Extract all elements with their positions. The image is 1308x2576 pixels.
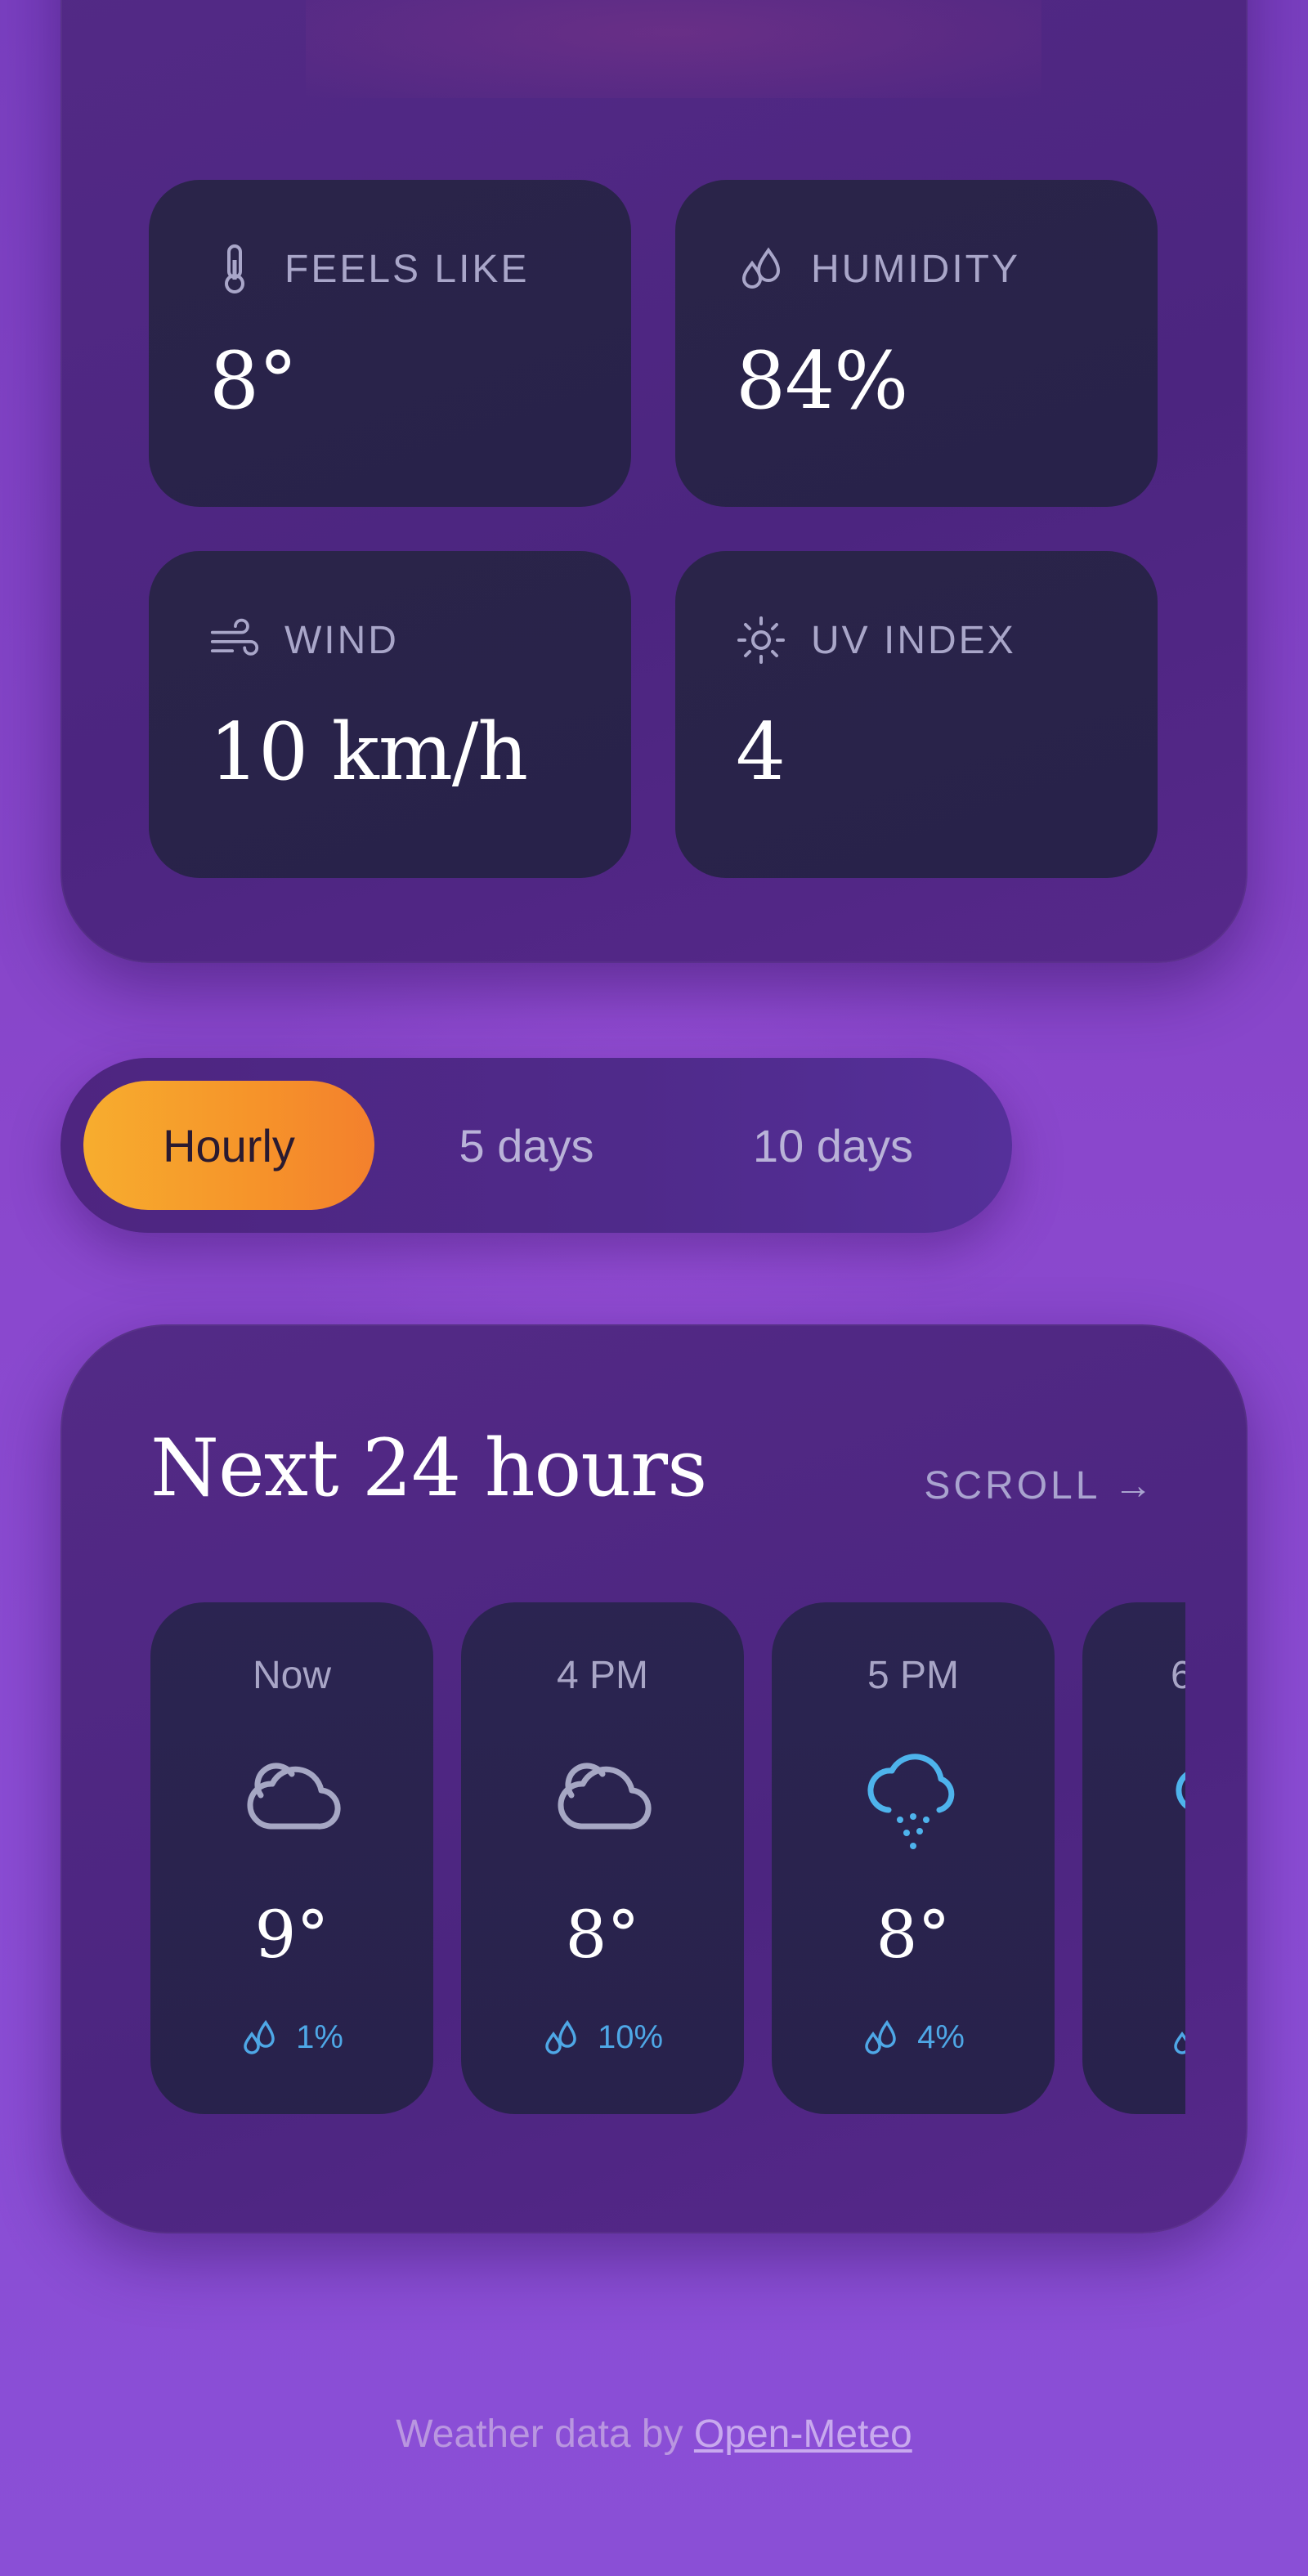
tab-5-days[interactable]: 5 days	[387, 1081, 665, 1210]
sun-icon	[736, 615, 786, 665]
droplets-icon	[862, 2018, 901, 2057]
hour-precip: 4%	[772, 2018, 1055, 2057]
feels-like-label: FEELS LIKE	[284, 247, 530, 291]
cloud-icon	[235, 1741, 349, 1856]
open-meteo-link[interactable]: Open-Meteo	[694, 2412, 912, 2456]
precip-value: 10%	[597, 2018, 664, 2055]
hourly-scroll-strip[interactable]: Now 9° 1% 4 PM 8° 10% 5 PM 8° 4% 6	[150, 1602, 1185, 2114]
uv-index-tile: UV INDEX 4	[675, 551, 1158, 878]
tab-10-days[interactable]: 10 days	[682, 1081, 984, 1210]
feels-like-value: 8°	[209, 335, 298, 427]
thermometer-icon	[209, 244, 260, 294]
attribution-text: Weather data by	[396, 2412, 694, 2456]
wind-label: WIND	[284, 618, 399, 662]
droplets-icon	[1171, 2018, 1185, 2057]
droplets-icon	[240, 2018, 280, 2057]
uv-index-value: 4	[736, 706, 786, 798]
attribution-footer: Weather data by Open-Meteo	[0, 2412, 1308, 2457]
hour-item: 6	[1082, 1602, 1185, 2114]
droplets-icon	[736, 244, 786, 294]
humidity-label: HUMIDITY	[811, 247, 1020, 291]
hour-item: 4 PM 8° 10%	[461, 1602, 744, 2114]
cloud-icon	[545, 1741, 660, 1856]
hour-temp: 9°	[254, 1897, 329, 1973]
precip-value: 1%	[296, 2018, 343, 2055]
hour-time: Now	[252, 1654, 332, 1697]
humidity-value: 84%	[736, 335, 908, 427]
wind-icon	[209, 615, 260, 665]
hour-time: 6	[1171, 1654, 1185, 1697]
hour-precip	[1082, 2018, 1185, 2057]
hour-item: Now 9° 1%	[150, 1602, 433, 2114]
hour-item: 5 PM 8° 4%	[772, 1602, 1055, 2114]
humidity-tile: HUMIDITY 84%	[675, 180, 1158, 507]
rain-cloud-icon	[1164, 1741, 1185, 1856]
hourly-title: Next 24 hours	[150, 1422, 707, 1514]
wind-value: 10 km/h	[209, 706, 528, 798]
hour-precip: 1%	[150, 2018, 433, 2057]
hour-time: 4 PM	[556, 1654, 649, 1697]
feels-like-tile: FEELS LIKE 8°	[149, 180, 631, 507]
current-conditions-card: FEELS LIKE 8° HUMIDITY 84% WIND 10 km/h …	[60, 0, 1248, 963]
scroll-hint: SCROLL →	[924, 1464, 1156, 1508]
uv-index-label: UV INDEX	[811, 618, 1016, 662]
hourly-forecast-card: Next 24 hours SCROLL → Now 9° 1% 4 PM 8°…	[60, 1324, 1248, 2233]
hour-precip: 10%	[461, 2018, 744, 2057]
precip-value: 4%	[917, 2018, 965, 2055]
forecast-tabs: Hourly 5 days 10 days	[60, 1058, 1012, 1233]
hour-temp: 8°	[565, 1897, 640, 1973]
rain-cloud-icon	[856, 1741, 970, 1856]
wind-tile: WIND 10 km/h	[149, 551, 631, 878]
droplets-icon	[542, 2018, 581, 2057]
hour-temp: 8°	[876, 1897, 951, 1973]
hour-time: 5 PM	[867, 1654, 960, 1697]
tab-hourly[interactable]: Hourly	[83, 1081, 374, 1210]
